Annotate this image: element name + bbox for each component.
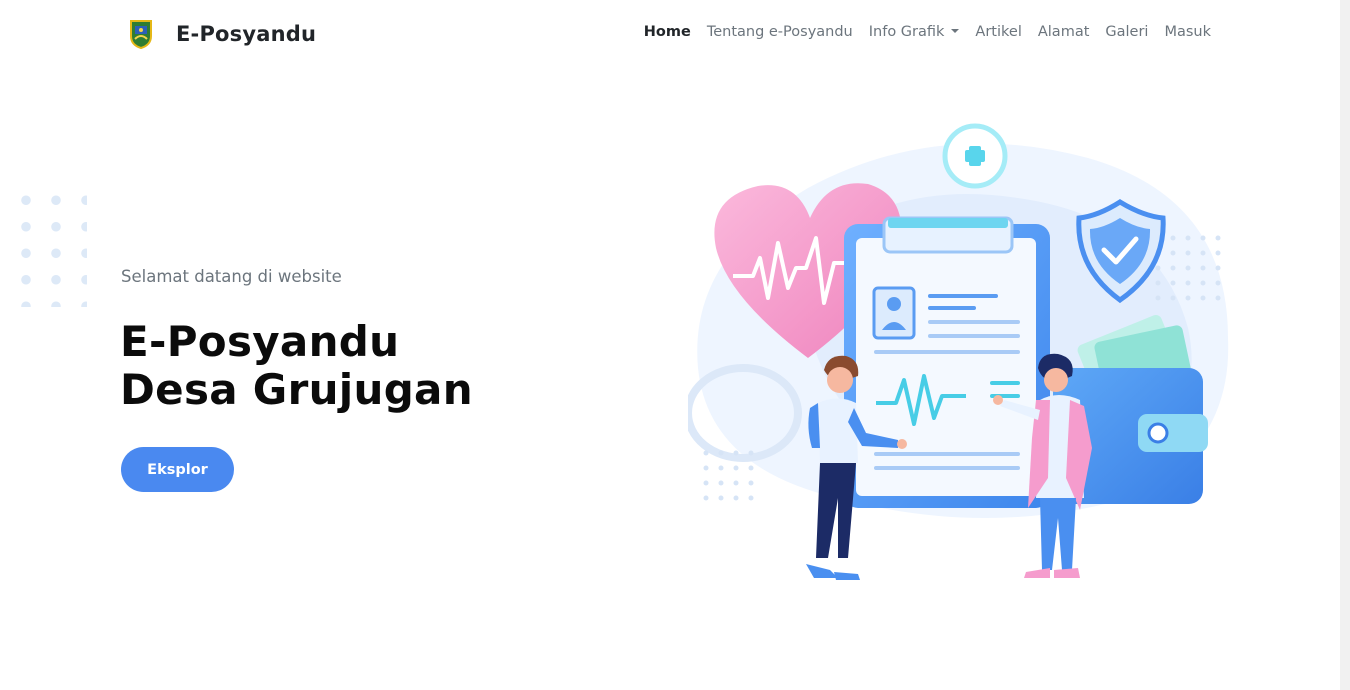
decorative-dot-grid (11, 187, 87, 307)
hero-subtitle: Selamat datang di website (121, 267, 342, 286)
clipboard-icon (844, 216, 1050, 508)
nav-item-alamat[interactable]: Alamat (1038, 24, 1090, 40)
explore-button[interactable]: Eksplor (121, 447, 234, 492)
nav-item-info-grafik-label: Info Grafik (868, 24, 945, 40)
village-emblem-icon (130, 20, 152, 49)
scrollbar[interactable] (1340, 0, 1350, 690)
hero-title: E-Posyandu Desa Grujugan (120, 318, 473, 414)
brand-link[interactable]: E-Posyandu (128, 17, 316, 51)
nav-item-tentang[interactable]: Tentang e-Posyandu (707, 24, 853, 40)
hero-title-line1: E-Posyandu (120, 317, 400, 366)
nav-item-home[interactable]: Home (644, 24, 691, 40)
nav-item-galeri[interactable]: Galeri (1105, 24, 1148, 40)
nav-item-artikel[interactable]: Artikel (975, 24, 1021, 40)
top-navbar: E-Posyandu Home Tentang e-Posyandu Info … (0, 0, 1340, 68)
health-illustration (688, 123, 1229, 580)
medical-plus-icon (942, 123, 1008, 189)
hero-title-line2: Desa Grujugan (120, 365, 473, 414)
brand-name: E-Posyandu (176, 22, 317, 46)
nav-item-masuk[interactable]: Masuk (1164, 24, 1211, 40)
nav-item-info-grafik[interactable]: Info Grafik (869, 24, 960, 40)
nav-menu: Home Tentang e-Posyandu Info Grafik Arti… (644, 24, 1211, 40)
caret-down-icon (951, 29, 960, 33)
